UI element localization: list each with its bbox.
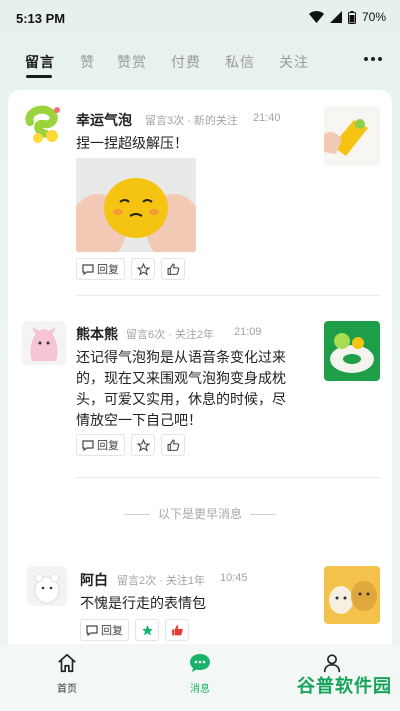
nav-messages-label: 消息 xyxy=(190,684,210,695)
star-button[interactable] xyxy=(131,258,155,280)
message-time: 21:09 xyxy=(234,326,262,338)
comment-icon xyxy=(86,624,98,636)
more-icon[interactable] xyxy=(364,57,382,61)
message-image[interactable] xyxy=(76,158,196,252)
avatar[interactable] xyxy=(27,566,67,606)
sender-meta: 留言2次 · 关注1年 xyxy=(117,575,206,587)
message-time: 21:40 xyxy=(253,112,281,124)
nav-home-label: 首页 xyxy=(57,684,77,695)
home-icon xyxy=(58,653,76,673)
avatar[interactable] xyxy=(22,102,66,146)
message-time: 10:45 xyxy=(220,572,248,584)
separator xyxy=(76,477,380,478)
star-icon xyxy=(136,438,150,452)
reply-button[interactable]: 回复 xyxy=(76,258,125,280)
star-icon xyxy=(136,262,150,276)
signal-icon xyxy=(329,11,342,23)
post-thumbnail[interactable] xyxy=(324,321,380,381)
earlier-messages-divider: 以下是更早消息 xyxy=(8,505,392,522)
reply-button[interactable]: 回复 xyxy=(76,434,125,456)
tab-comments[interactable]: 留言 xyxy=(25,52,55,72)
profile-icon xyxy=(323,654,341,673)
status-time: 5:13 PM xyxy=(16,11,66,26)
reply-button[interactable]: 回复 xyxy=(80,619,129,641)
sender-meta: 留言3次 · 新的关注 xyxy=(145,115,238,127)
reply-label: 回复 xyxy=(97,440,119,452)
post-thumbnail[interactable] xyxy=(324,566,380,624)
separator xyxy=(76,295,380,296)
star-button[interactable] xyxy=(135,619,159,641)
like-button[interactable] xyxy=(161,258,185,280)
star-filled-icon xyxy=(141,624,153,635)
wifi-icon xyxy=(308,11,324,23)
like-button[interactable] xyxy=(161,434,185,456)
tab-tips[interactable]: 赞赏 xyxy=(117,52,147,72)
tab-follows[interactable]: 关注 xyxy=(279,52,309,72)
active-tab-indicator xyxy=(26,75,52,78)
like-button[interactable] xyxy=(165,619,189,641)
sender-meta: 留言6次 · 关注2年 xyxy=(126,329,215,341)
sender-name[interactable]: 熊本熊 xyxy=(76,324,118,344)
thumbs-up-icon xyxy=(167,439,179,451)
status-bar: 5:13 PM 70% xyxy=(0,0,400,36)
reply-label: 回复 xyxy=(97,264,119,276)
message-actions: 回复 xyxy=(80,619,189,641)
message-list: 幸运气泡 留言3次 · 新的关注 21:40 捏一捏超级解压！ 回复 熊本熊 留… xyxy=(8,90,392,644)
sender-name[interactable]: 幸运气泡 xyxy=(76,110,132,130)
thumbs-up-icon xyxy=(167,263,179,275)
thumbs-up-filled-icon xyxy=(171,624,183,635)
message-text: 捏一捏超级解压！ xyxy=(76,135,188,151)
message-text: 不愧是行走的表情包 xyxy=(80,595,206,611)
earlier-label: 以下是更早消息 xyxy=(157,507,242,521)
watermark: 谷普软件园 xyxy=(297,676,392,696)
star-button[interactable] xyxy=(131,434,155,456)
message-actions: 回复 xyxy=(76,434,185,456)
tab-private-messages[interactable]: 私信 xyxy=(225,52,255,72)
nav-home[interactable]: 首页 xyxy=(37,652,97,695)
comment-icon xyxy=(82,439,94,451)
message-actions: 回复 xyxy=(76,258,185,280)
status-icons: 70% xyxy=(308,10,386,24)
sender-name[interactable]: 阿白 xyxy=(80,570,108,590)
nav-messages[interactable]: 消息 xyxy=(170,652,230,695)
tab-bar: 留言 赞 赞赏 付费 私信 关注 xyxy=(0,44,400,82)
tab-paid[interactable]: 付费 xyxy=(171,52,201,72)
reply-label: 回复 xyxy=(101,625,123,637)
comment-icon xyxy=(82,263,94,275)
message-text: 还记得气泡狗是从语音条变化过来的，现在又来围观气泡狗变身成枕头，可爱又实用，休息… xyxy=(76,349,286,428)
tab-likes[interactable]: 赞 xyxy=(80,52,95,72)
avatar[interactable] xyxy=(22,321,66,365)
message-icon xyxy=(190,654,210,672)
battery-percent: 70% xyxy=(361,10,386,24)
post-thumbnail[interactable] xyxy=(324,106,380,166)
battery-icon xyxy=(347,10,356,24)
